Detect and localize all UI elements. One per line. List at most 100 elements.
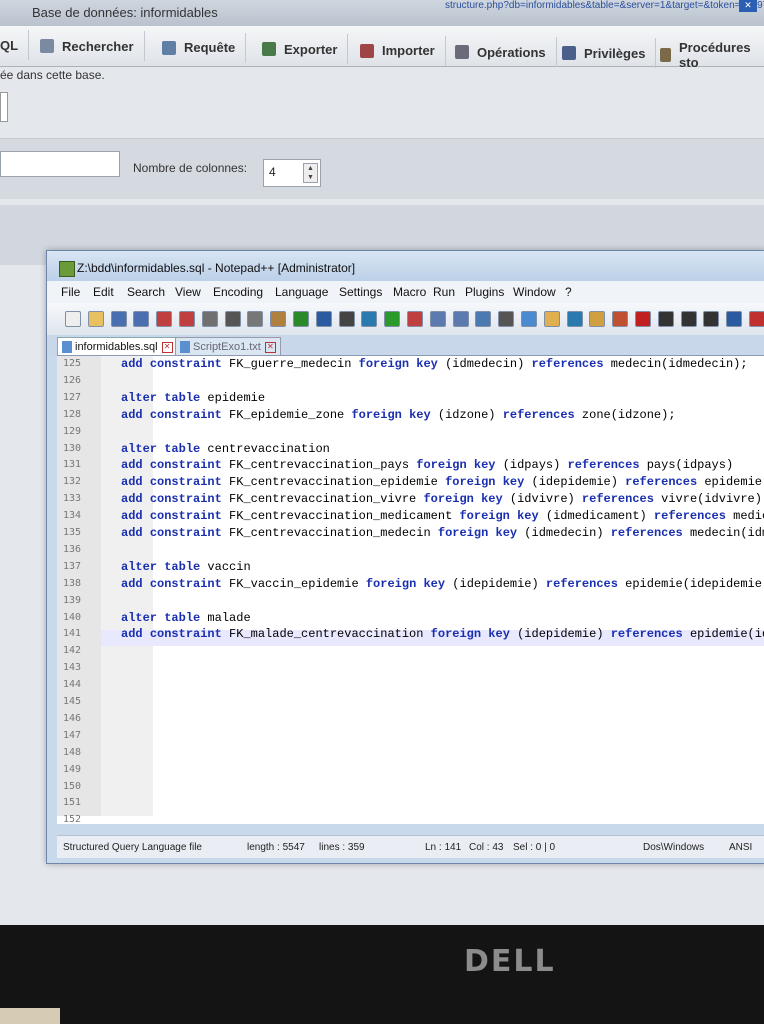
menu-language[interactable]: Language — [275, 285, 328, 299]
code-line[interactable]: add constraint FK_malade_centrevaccinati… — [121, 627, 764, 641]
code-line[interactable]: add constraint FK_epidemie_zone foreign … — [121, 408, 676, 422]
tab-rechercher[interactable]: Rechercher — [40, 31, 145, 62]
line-number: 136 — [63, 543, 82, 555]
query-icon — [162, 40, 176, 55]
code-line[interactable]: add constraint FK_centrevaccination_epid… — [121, 475, 764, 489]
open-icon[interactable] — [87, 311, 104, 327]
paste-icon[interactable] — [270, 311, 287, 327]
tab-requ-te[interactable]: Requête — [162, 32, 247, 63]
code-line[interactable]: alter table epidemie — [121, 391, 265, 405]
udl-icon[interactable] — [543, 311, 560, 327]
import-icon — [360, 43, 374, 58]
spellcheck-icon[interactable] — [749, 311, 764, 327]
code-editor[interactable]: 125 add constraint FK_guerre_medecin fore… — [57, 355, 764, 824]
line-number: 127 — [63, 391, 82, 403]
menu-macro[interactable]: Macro — [393, 285, 426, 299]
code-line[interactable]: add constraint FK_centrevaccination_mede… — [121, 526, 764, 540]
document-tabs: informidables.sql ✕ ScriptExo1.txt ✕ — [47, 335, 764, 356]
stop-icon[interactable] — [657, 311, 674, 327]
privileges-icon — [562, 46, 576, 61]
show-all-icon[interactable] — [498, 311, 515, 327]
menu-search[interactable]: Search — [127, 285, 165, 299]
line-number: 152 — [63, 814, 82, 824]
code-line[interactable]: add constraint FK_guerre_medecin foreign… — [121, 357, 748, 371]
menu-help[interactable]: ? — [565, 285, 572, 299]
wrap-icon[interactable] — [475, 311, 492, 327]
tab-label: Procédures sto — [679, 39, 751, 70]
save-macro-icon[interactable] — [726, 311, 743, 327]
doc-map-icon[interactable] — [566, 311, 583, 327]
print-icon[interactable] — [201, 311, 218, 327]
search-icon — [40, 39, 54, 54]
tab-informidables-sql[interactable]: informidables.sql ✕ — [57, 337, 181, 356]
menu-window[interactable]: Window — [513, 285, 556, 299]
code-line[interactable]: add constraint FK_centrevaccination_pays… — [121, 458, 733, 472]
tab-scriptexo1[interactable]: ScriptExo1.txt ✕ — [175, 337, 281, 356]
save-icon[interactable] — [110, 311, 127, 327]
line-number: 144 — [63, 679, 82, 691]
spinner-icon[interactable]: ▲ ▼ — [303, 163, 318, 183]
menu-run[interactable]: Run — [433, 285, 455, 299]
procedures-icon — [660, 47, 672, 62]
menu-file[interactable]: File — [61, 285, 80, 299]
find-icon[interactable] — [338, 311, 355, 327]
function-list-icon[interactable] — [589, 311, 606, 327]
undo-icon[interactable] — [293, 311, 309, 327]
notepad-title-bar[interactable]: Z:\bdd\informidables.sql - Notepad++ [Ad… — [47, 251, 764, 281]
zoom-in-icon[interactable] — [384, 311, 401, 327]
notepad-app-icon — [59, 261, 75, 277]
play-icon[interactable] — [680, 311, 697, 327]
code-line[interactable]: alter table malade — [121, 611, 251, 625]
play-multi-icon[interactable] — [703, 311, 720, 327]
cut-icon[interactable] — [224, 311, 241, 327]
new-file-icon[interactable] — [65, 311, 81, 327]
address-url[interactable]: structure.php?db=informidables&table=&se… — [445, 0, 764, 11]
line-number: 133 — [63, 493, 82, 505]
code-line[interactable]: add constraint FK_centrevaccination_medi… — [121, 509, 764, 523]
code-line[interactable]: alter table centrevaccination — [121, 442, 330, 456]
code-line[interactable]: alter table vaccin — [121, 560, 251, 574]
menu-view[interactable]: View — [175, 285, 201, 299]
tab-importer[interactable]: Importer — [360, 35, 446, 66]
zoom-out-icon[interactable] — [407, 311, 423, 327]
sync-v-icon[interactable] — [429, 311, 446, 327]
record-icon[interactable] — [635, 311, 651, 327]
wrench-icon — [455, 45, 469, 59]
menu-encoding[interactable]: Encoding — [213, 285, 263, 299]
folder-icon[interactable] — [612, 311, 629, 327]
columns-count-input[interactable]: 4 ▲ ▼ — [263, 159, 321, 187]
close-icon[interactable]: ✕ — [264, 341, 276, 353]
close-icon[interactable]: ✕ — [161, 341, 173, 353]
line-number: 125 — [63, 358, 82, 369]
status-language: Structured Query Language file — [63, 842, 202, 853]
table-name-input[interactable] — [0, 151, 120, 177]
line-number: 139 — [63, 594, 82, 606]
menu-plugins[interactable]: Plugins — [465, 285, 504, 299]
tab-label: ScriptExo1.txt — [193, 341, 261, 353]
menu-settings[interactable]: Settings — [339, 285, 382, 299]
browser-title-bar: Base de données: informidables structure… — [0, 0, 764, 27]
tab-privil-ges[interactable]: Privilèges — [562, 38, 657, 69]
save-all-icon[interactable] — [133, 311, 150, 327]
document-icon — [62, 341, 72, 353]
code-line[interactable]: add constraint FK_vaccin_epidemie foreig… — [121, 577, 764, 591]
menu-edit[interactable]: Edit — [93, 285, 114, 299]
database-title: Base de données: informidables — [32, 5, 218, 20]
close-all-icon[interactable] — [179, 311, 195, 327]
tab-op-rations[interactable]: Opérations — [455, 37, 557, 67]
toolbar — [47, 303, 764, 336]
tab-ql[interactable]: QL — [0, 30, 30, 60]
code-line[interactable]: add constraint FK_centrevaccination_vivr… — [121, 492, 762, 506]
redo-icon[interactable] — [315, 311, 332, 327]
sync-h-icon[interactable] — [452, 311, 469, 327]
copy-icon[interactable] — [247, 311, 264, 327]
tab-exporter[interactable]: Exporter — [262, 34, 349, 65]
replace-icon[interactable] — [361, 311, 378, 327]
extension-icon[interactable]: ✕ — [739, 0, 757, 12]
tab-proc-dures-sto[interactable]: Procédures sto — [660, 39, 764, 70]
indent-guide-icon[interactable] — [521, 311, 537, 327]
tab-label: QL — [0, 37, 19, 53]
text-input-stub[interactable] — [0, 92, 8, 122]
close-icon[interactable] — [156, 311, 173, 327]
columns-label: Nombre de colonnes: — [133, 161, 248, 175]
